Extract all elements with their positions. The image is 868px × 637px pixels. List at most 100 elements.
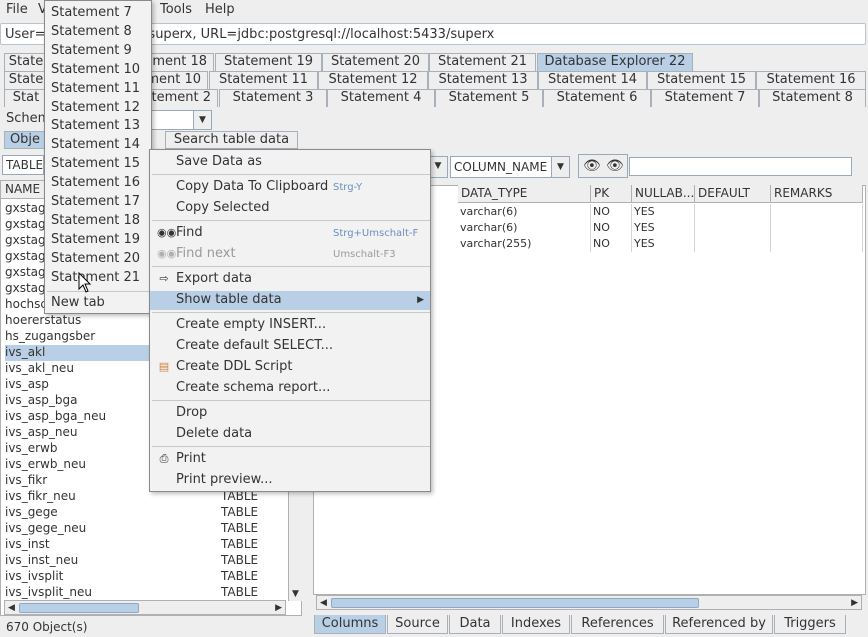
tab-statement-7[interactable]: Statement 7	[651, 89, 759, 107]
column-header[interactable]: NULLAB...	[632, 185, 695, 203]
tab-statement-11[interactable]: Statement 11	[209, 71, 318, 89]
menu-drop[interactable]: Drop	[150, 404, 430, 423]
menu-find-next[interactable]: ◉◉ Find next Umschalt-F3	[150, 245, 430, 264]
menu-statement-item[interactable]: Statement 20	[51, 250, 140, 269]
tab-source[interactable]: Source	[387, 615, 448, 634]
menu-create-default-select[interactable]: Create default SELECT...	[150, 337, 430, 356]
scroll-right-icon[interactable]: ▶	[275, 603, 282, 613]
menu-statement-item[interactable]: Statement 18	[51, 212, 140, 231]
grid-cell[interactable]: varchar(255)	[458, 236, 591, 252]
column-header[interactable]: DATA_TYPE	[458, 185, 591, 203]
menu-statement-item[interactable]: Statement 10	[51, 61, 140, 80]
tab-statement-8[interactable]: Statement 8	[759, 89, 866, 107]
grid-cell[interactable]	[771, 220, 863, 236]
column-header[interactable]: DEFAULT	[695, 185, 771, 203]
tab-indexes[interactable]: Indexes	[502, 615, 570, 634]
tab-statement-partial-2[interactable]: State	[4, 71, 48, 89]
grid-cell[interactable]: varchar(6)	[458, 220, 591, 236]
menu-create-empty-insert[interactable]: Create empty INSERT...	[150, 316, 430, 335]
table-row[interactable]: ivs_ivsplit TABLE	[5, 569, 287, 585]
grid-cell[interactable]	[695, 204, 771, 220]
tab-statement-14[interactable]: Statement 14	[538, 71, 647, 89]
menu-statement-item[interactable]: Statement 19	[51, 231, 140, 250]
tab-statement-partial-3[interactable]: Stat	[4, 89, 48, 107]
tab-statement-20[interactable]: Statement 20	[322, 53, 429, 71]
menu-new-tab[interactable]: New tab	[51, 294, 105, 313]
object-type-combo[interactable]: TABLE	[2, 155, 44, 175]
scroll-thumb[interactable]	[19, 603, 139, 613]
grid-cell[interactable]	[695, 236, 771, 252]
menu-print-preview[interactable]: Print preview...	[150, 471, 430, 490]
scroll-thumb[interactable]	[331, 598, 699, 608]
menu-create-schema-report[interactable]: Create schema report...	[150, 379, 430, 398]
tab-statement-3[interactable]: Statement 3	[219, 89, 327, 107]
tab-statement-13[interactable]: Statement 13	[428, 71, 538, 89]
menu-statement-item[interactable]: Statement 16	[51, 174, 140, 193]
tab-database-explorer-22[interactable]: Database Explorer 22	[537, 53, 693, 71]
menu-export-data[interactable]: ⇨ Export data	[150, 270, 430, 289]
schema-combo[interactable]: ▼	[150, 110, 212, 130]
grid-cell[interactable]: YES	[632, 204, 695, 220]
scroll-right-icon[interactable]: ▶	[851, 598, 858, 608]
menu-copy-clipboard[interactable]: Copy Data To Clipboard Strg-Y	[150, 178, 430, 197]
grid-cell[interactable]: YES	[632, 220, 695, 236]
menu-statement-item[interactable]: Statement 15	[51, 155, 140, 174]
tab-statement-4[interactable]: Statement 4	[327, 89, 435, 107]
grid-cell[interactable]	[771, 204, 863, 220]
menu-help[interactable]: Help	[205, 2, 235, 17]
grid-cell[interactable]: YES	[632, 236, 695, 252]
grid-cell[interactable]: NO	[591, 220, 632, 236]
tab-statement-partial[interactable]: State	[4, 53, 48, 71]
horizontal-scrollbar-left[interactable]: ◀ ▶	[4, 600, 286, 615]
table-row[interactable]: ivs_gege TABLE	[5, 505, 287, 521]
menu-statement-item[interactable]: Statement 11	[51, 80, 140, 99]
tab-statement-19[interactable]: Statement 19	[215, 53, 322, 71]
menu-statement-item[interactable]: Statement 14	[51, 136, 140, 155]
table-row[interactable]: ivs_ivsplit_neu TABLE	[5, 585, 287, 601]
grid-cell[interactable]	[771, 236, 863, 252]
menu-create-ddl-script[interactable]: ▤ Create DDL Script	[150, 358, 430, 377]
column-name-combo[interactable]: COLUMN_NAME ▼	[450, 156, 570, 178]
column-filter-left-combo[interactable]: ▼	[429, 156, 448, 178]
chevron-down-icon[interactable]: ▼	[193, 111, 211, 129]
grid-cell[interactable]: varchar(6)	[458, 204, 591, 220]
tab-statement-6[interactable]: Statement 6	[543, 89, 651, 107]
chevron-down-icon[interactable]: ▼	[551, 157, 569, 177]
tab-statement-12[interactable]: Statement 12	[318, 71, 428, 89]
menu-statement-item[interactable]: Statement 8	[51, 23, 132, 42]
tab-columns[interactable]: Columns	[314, 615, 386, 634]
menu-statement-item[interactable]: Statement 13	[51, 117, 140, 136]
tab-data[interactable]: Data	[449, 615, 501, 634]
column-header[interactable]: REMARKS	[771, 185, 863, 203]
table-row[interactable]: ivs_inst TABLE	[5, 537, 287, 553]
menu-show-table-data[interactable]: Show table data ▶	[150, 291, 430, 310]
tab-statement-21[interactable]: Statement 21	[429, 53, 536, 71]
binoculars-icon[interactable]: 👁	[583, 158, 601, 174]
binoculars-next-icon[interactable]: 👁	[606, 158, 624, 174]
header-name[interactable]: NAME	[5, 182, 40, 196]
menu-statement-item[interactable]: Statement 21	[51, 269, 140, 288]
tab-statement-5[interactable]: Statement 5	[435, 89, 543, 107]
table-row[interactable]: ivs_inst_neu TABLE	[5, 553, 287, 569]
menu-tools[interactable]: Tools	[160, 2, 192, 17]
menu-delete-data[interactable]: Delete data	[150, 425, 430, 444]
scroll-left-icon[interactable]: ◀	[8, 603, 15, 613]
tab-references[interactable]: References	[571, 615, 664, 634]
menu-statement-item[interactable]: Statement 9	[51, 42, 132, 61]
chevron-down-icon[interactable]: ▼	[429, 157, 447, 177]
scroll-down-icon[interactable]: ▼	[292, 589, 299, 599]
menu-statement-item[interactable]: Statement 7	[51, 4, 132, 23]
column-header[interactable]: PK	[591, 185, 632, 203]
tab-triggers[interactable]: Triggers	[774, 615, 846, 634]
quick-filter-input[interactable]	[629, 157, 852, 176]
menu-statement-item[interactable]: Statement 12	[51, 99, 140, 118]
grid-cell[interactable]: NO	[591, 236, 632, 252]
menu-save-data-as[interactable]: Save Data as	[150, 153, 430, 172]
grid-cell[interactable]: NO	[591, 204, 632, 220]
tab-objects[interactable]: Obje	[4, 131, 46, 149]
tab-statement-16[interactable]: Statement 16	[756, 71, 866, 89]
scroll-left-icon[interactable]: ◀	[320, 598, 327, 608]
tab-search-table-data[interactable]: Search table data	[165, 131, 298, 149]
menu-copy-selected[interactable]: Copy Selected	[150, 199, 430, 218]
menu-find[interactable]: ◉◉ Find Strg+Umschalt-F	[150, 224, 430, 243]
